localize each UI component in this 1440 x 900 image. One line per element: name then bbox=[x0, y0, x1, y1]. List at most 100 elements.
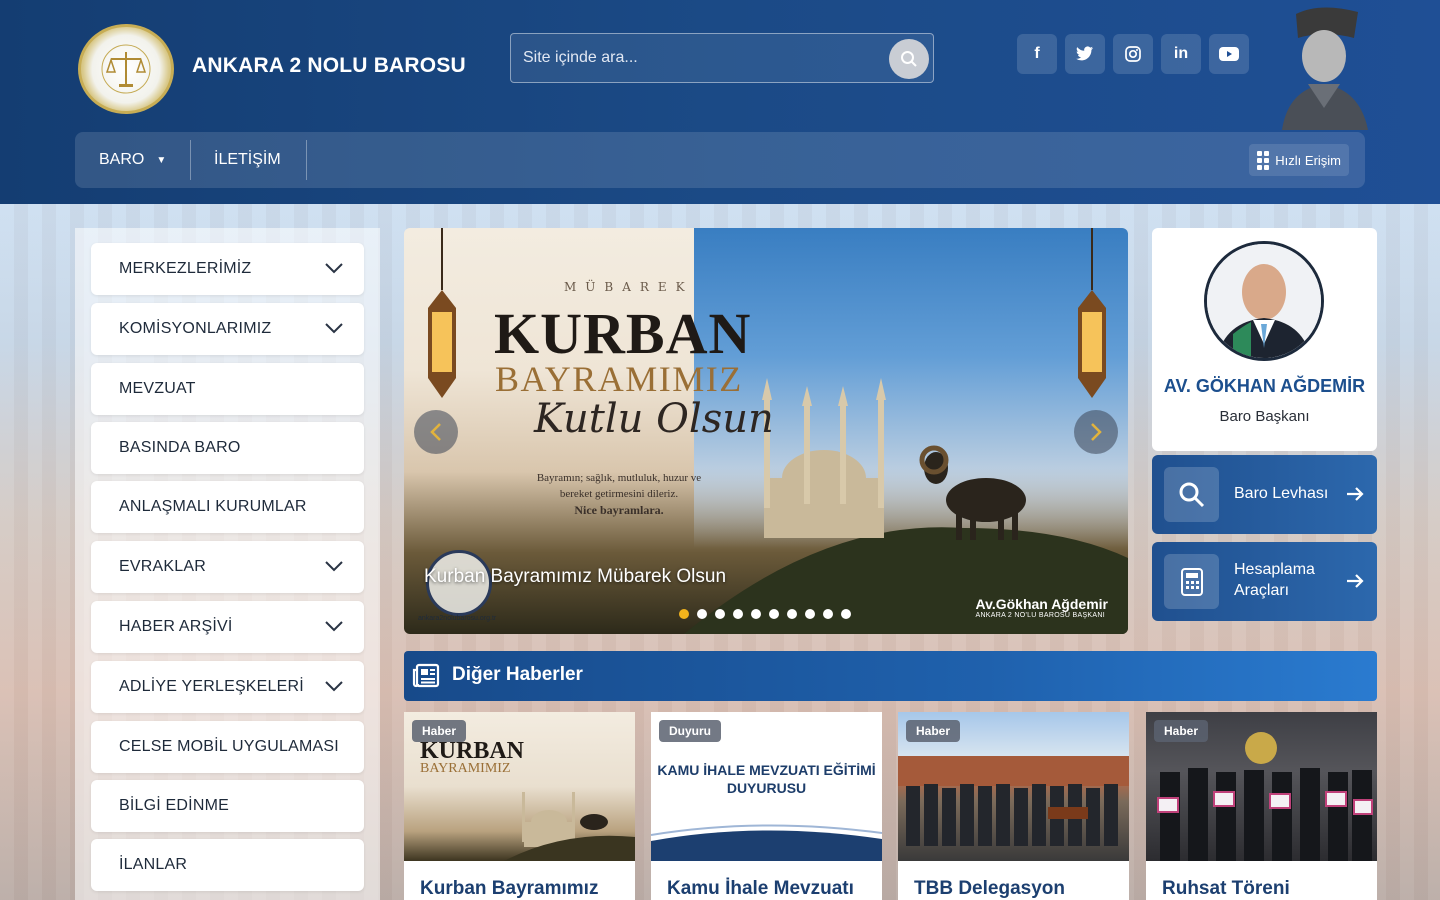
sidebar-item-label: ANLAŞMALI KURUMLAR bbox=[119, 498, 307, 515]
twitter-icon[interactable] bbox=[1065, 34, 1105, 74]
linkedin-icon[interactable]: in bbox=[1161, 34, 1201, 74]
nav-divider bbox=[190, 140, 191, 180]
slide-wish-text: Bayramın; sağlık, mutluluk, huzur ve ber… bbox=[514, 470, 724, 518]
site-header: ANKARA 2 NOLU BAROSU f in BARO ▼ bbox=[0, 0, 1440, 204]
slider-dot[interactable] bbox=[751, 609, 761, 619]
slide-caption[interactable]: Kurban Bayramımız Mübarek Olsun bbox=[424, 566, 726, 588]
nav-label-baro: BARO bbox=[99, 151, 145, 168]
instagram-icon[interactable] bbox=[1113, 34, 1153, 74]
chevron-left-icon bbox=[430, 423, 441, 441]
slider-next-button[interactable] bbox=[1074, 410, 1118, 454]
chevron-down-icon bbox=[325, 323, 343, 334]
news-card-badge: Duyuru bbox=[659, 720, 721, 742]
slide-url-text: ankara2nolubarosu.org.tr bbox=[418, 615, 497, 622]
chevron-down-icon bbox=[325, 561, 343, 572]
arrow-right-icon bbox=[1347, 487, 1364, 501]
news-card-badge: Haber bbox=[1154, 720, 1209, 742]
slider-dot[interactable] bbox=[715, 609, 725, 619]
sidebar-item-label: İLANLAR bbox=[119, 856, 188, 873]
sidebar-item-label: ADLİYE YERLEŞKELERİ bbox=[119, 678, 304, 695]
chevron-down-icon bbox=[325, 681, 343, 692]
facebook-icon[interactable]: f bbox=[1017, 34, 1057, 74]
slide-wish-line: Bayramın; sağlık, mutluluk, huzur ve bbox=[536, 472, 702, 484]
sidebar-item-evraklar[interactable]: EVRAKLAR bbox=[91, 541, 364, 593]
sidebar-item-komisyonlarimiz[interactable]: KOMİSYONLARIMIZ bbox=[91, 303, 364, 355]
sidebar-item-bilgi-edinme[interactable]: BİLGİ EDİNME bbox=[91, 780, 364, 832]
slider-dot[interactable] bbox=[805, 609, 815, 619]
slide-kutlu-text: Kutlu Olsun bbox=[534, 396, 774, 442]
youtube-icon[interactable] bbox=[1209, 34, 1249, 74]
president-name: AV. GÖKHAN AĞDEMİR bbox=[1163, 376, 1366, 396]
sidebar-item-mevzuat[interactable]: MEVZUAT bbox=[91, 363, 364, 415]
news-card-title: TBB Delegasyon bbox=[914, 878, 1065, 899]
president-title: Baro Başkanı bbox=[1219, 408, 1310, 425]
sidebar-item-label: EVRAKLAR bbox=[119, 558, 206, 575]
nav-divider bbox=[306, 140, 307, 180]
news-card[interactable]: KAMU İHALE MEVZUATI EĞİTİMİ DUYURUSU Duy… bbox=[651, 712, 882, 900]
slide-kurban-text: KURBAN bbox=[494, 301, 752, 366]
main-navbar: BARO ▼ İLETİŞİM Hızlı Erişim bbox=[75, 132, 1365, 188]
nav-item-iletisim[interactable]: İLETİŞİM bbox=[214, 132, 281, 188]
quick-access-label: Hızlı Erişim bbox=[1275, 152, 1341, 168]
calculator-icon bbox=[1164, 554, 1219, 609]
hesaplama-araclari-link[interactable]: Hesaplama Araçları bbox=[1152, 542, 1377, 621]
sidebar-item-ilanlar[interactable]: İLANLAR bbox=[91, 839, 364, 891]
slider-dot[interactable] bbox=[697, 609, 707, 619]
search-icon bbox=[901, 51, 917, 67]
search-bar bbox=[510, 33, 934, 83]
slider-dot[interactable] bbox=[823, 609, 833, 619]
slide-wish-line: Nice bayramlara. bbox=[574, 503, 664, 517]
grid-icon bbox=[1257, 150, 1270, 170]
news-card[interactable]: Haber TBB Delegasyon bbox=[898, 712, 1129, 900]
slide-mubarek-text: MÜBAREK bbox=[564, 280, 694, 294]
president-card[interactable]: AV. GÖKHAN AĞDEMİR Baro Başkanı bbox=[1152, 228, 1377, 451]
newspaper-icon bbox=[412, 663, 440, 688]
chevron-down-icon bbox=[325, 621, 343, 632]
baro-levhasi-link[interactable]: Baro Levhası bbox=[1152, 455, 1377, 534]
slider-dot[interactable] bbox=[679, 609, 689, 619]
sidebar-item-celse-mobil[interactable]: CELSE MOBİL UYGULAMASI bbox=[91, 721, 364, 773]
slider-prev-button[interactable] bbox=[414, 410, 458, 454]
sidebar-item-label: BASINDA BARO bbox=[119, 439, 241, 456]
baro-levhasi-label: Baro Levhası bbox=[1234, 485, 1329, 502]
sidebar-item-merkezlerimiz[interactable]: MERKEZLERİMİZ bbox=[91, 243, 364, 295]
sidebar-menu: MERKEZLERİMİZ KOMİSYONLARIMIZ MEVZUAT BA… bbox=[75, 228, 380, 900]
sidebar-item-anlasmali-kurumlar[interactable]: ANLAŞMALI KURUMLAR bbox=[91, 481, 364, 533]
news-card-title: Kurban Bayramımız bbox=[420, 878, 599, 899]
other-news-header: Diğer Haberler bbox=[404, 651, 1377, 701]
search-button[interactable] bbox=[889, 39, 929, 79]
hero-slider[interactable]: MÜBAREK KURBAN BAYRAMIMIZ Kutlu Olsun Ba… bbox=[404, 228, 1128, 634]
slide-signature-sub: ANKARA 2 NO'LU BAROSU BAŞKANI bbox=[975, 612, 1105, 619]
site-title[interactable]: ANKARA 2 NOLU BAROSU bbox=[192, 54, 466, 78]
news-card-badge: Haber bbox=[906, 720, 961, 742]
ataturk-portrait bbox=[1282, 7, 1368, 130]
sidebar-item-basinda-baro[interactable]: BASINDA BARO bbox=[91, 422, 364, 474]
search-input[interactable] bbox=[523, 34, 883, 82]
news-card-badge: Haber bbox=[412, 720, 467, 742]
sidebar-item-label: CELSE MOBİL UYGULAMASI bbox=[119, 738, 339, 755]
hesaplama-araclari-label: Hesaplama Araçları bbox=[1234, 561, 1315, 599]
svg-text:BAYRAMIMIZ: BAYRAMIMIZ bbox=[420, 761, 511, 776]
sidebar-item-adliye-yerleskeleri[interactable]: ADLİYE YERLEŞKELERİ bbox=[91, 661, 364, 713]
slider-dot[interactable] bbox=[841, 609, 851, 619]
arrow-right-icon bbox=[1347, 574, 1364, 588]
news-card-title: Kamu İhale Mevzuatı bbox=[667, 878, 854, 899]
news-card-title: Ruhsat Töreni bbox=[1162, 878, 1290, 899]
slider-dot[interactable] bbox=[769, 609, 779, 619]
sidebar-item-label: HABER ARŞİVİ bbox=[119, 618, 233, 635]
scales-of-justice-icon bbox=[101, 44, 151, 94]
slider-dot[interactable] bbox=[787, 609, 797, 619]
nav-item-baro[interactable]: BARO ▼ bbox=[99, 132, 166, 188]
caret-down-icon: ▼ bbox=[156, 154, 167, 166]
quick-access-button[interactable]: Hızlı Erişim bbox=[1249, 144, 1349, 176]
news-card[interactable]: Haber Ruhsat Töreni bbox=[1146, 712, 1377, 900]
slide-bayramimiz-text: BAYRAMIMIZ bbox=[495, 359, 743, 399]
bar-logo[interactable] bbox=[78, 24, 174, 114]
social-links: f in bbox=[1017, 34, 1249, 74]
slide-signature: Av.Gökhan Ağdemir ANKARA 2 NO'LU BAROSU … bbox=[975, 596, 1108, 619]
news-card[interactable]: KURBAN BAYRAMIMIZ Haber Kurban Bayramımı… bbox=[404, 712, 635, 900]
president-avatar bbox=[1204, 241, 1324, 361]
sidebar-item-haber-arsivi[interactable]: HABER ARŞİVİ bbox=[91, 601, 364, 653]
slide-wish-line: bereket getirmesini dileriz. bbox=[559, 488, 679, 500]
slider-dot[interactable] bbox=[733, 609, 743, 619]
